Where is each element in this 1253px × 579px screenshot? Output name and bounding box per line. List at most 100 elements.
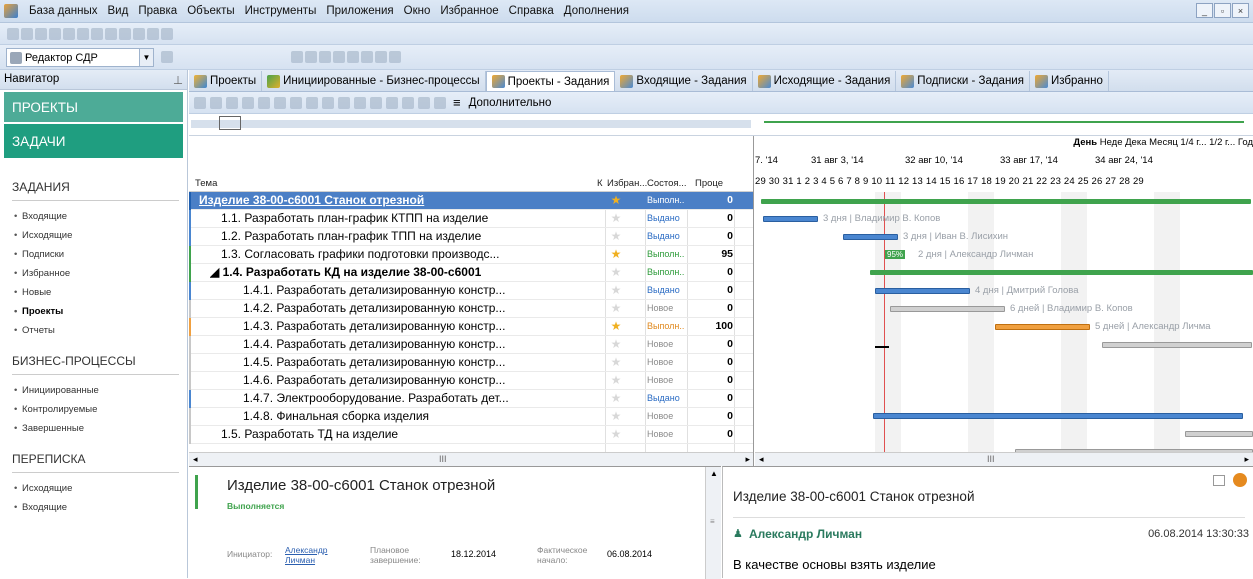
scroll-right-icon[interactable]: ▸ — [1244, 454, 1249, 465]
outdent-icon[interactable] — [258, 96, 270, 109]
table-row[interactable]: 1.2. Разработать план-график ТПП на изде… — [189, 228, 753, 246]
menu-window[interactable]: Окно — [399, 5, 436, 17]
tab-initiated-bp[interactable]: Инициированные - Бизнес-процессы — [262, 71, 486, 91]
paste-icon[interactable] — [319, 51, 331, 63]
star-icon[interactable]: ★ — [610, 212, 622, 224]
gantt-bar-1-4-7[interactable] — [873, 413, 1243, 419]
scroll-thumb[interactable]: III — [439, 454, 447, 464]
nav-tasks[interactable]: ЗАДАЧИ — [4, 124, 183, 158]
view-day[interactable]: День — [1073, 137, 1097, 148]
sort-icon[interactable] — [361, 51, 373, 63]
menu-help[interactable]: Справка — [504, 5, 559, 17]
table-row[interactable]: 1.4.2. Разработать детализированную конс… — [189, 300, 753, 318]
gantt-bar-1-2[interactable] — [843, 234, 898, 240]
col-topic[interactable]: Тема — [195, 178, 217, 189]
nav-section-correspondence[interactable]: ПЕРЕПИСКА — [12, 452, 179, 473]
hamburger-icon[interactable]: ≡ — [453, 95, 461, 110]
tab-incoming-tasks[interactable]: Входящие - Задания — [615, 71, 753, 91]
star-icon[interactable]: ★ — [610, 194, 622, 206]
detail-vscrollbar[interactable]: ▲ ≡ — [705, 467, 721, 579]
grid-hscrollbar[interactable]: ◂ III ▸ — [189, 452, 753, 466]
menu-view[interactable]: Вид — [103, 5, 134, 17]
nav-item-completed[interactable]: Завершенные — [14, 423, 187, 434]
star-icon[interactable]: ★ — [610, 302, 622, 314]
nav-section-assignments[interactable]: ЗАДАНИЯ — [12, 180, 179, 201]
table-row[interactable]: 1.4.4. Разработать детализированную конс… — [189, 336, 753, 354]
refresh-icon[interactable] — [389, 51, 401, 63]
filter-icon[interactable] — [333, 51, 345, 63]
indent-icon[interactable] — [242, 96, 254, 109]
properties-icon[interactable] — [119, 28, 131, 40]
edit-icon[interactable] — [210, 96, 222, 109]
star-icon[interactable]: ★ — [610, 392, 622, 404]
nav-projects[interactable]: ПРОЕКТЫ — [4, 92, 183, 122]
view-half-year[interactable]: 1/2 г... — [1209, 137, 1235, 148]
more-button[interactable]: Дополнительно — [469, 97, 552, 109]
add-task-icon[interactable] — [194, 96, 206, 109]
nav-item-initiated[interactable]: Инициированные — [14, 385, 187, 396]
table-icon[interactable] — [402, 96, 414, 109]
table-row[interactable]: 1.3. Согласовать графики подготовки прои… — [189, 246, 753, 264]
star-icon[interactable]: ★ — [610, 266, 622, 278]
gantt-overview[interactable] — [189, 114, 1253, 136]
scroll-up-icon[interactable]: ▲ — [710, 469, 718, 478]
layout-icon[interactable] — [161, 51, 173, 63]
gantt-bar-1-4-1[interactable] — [875, 288, 970, 294]
table-row[interactable]: 1.4.7. Электрооборудование. Разработать … — [189, 390, 753, 408]
corr-author[interactable]: Александр Личман — [749, 527, 862, 541]
star-icon[interactable]: ★ — [610, 356, 622, 368]
initiator-link[interactable]: Александр Личман — [285, 545, 335, 565]
menu-favorites[interactable]: Избранное — [435, 5, 503, 17]
menu-edit[interactable]: Правка — [133, 5, 182, 17]
tab-outgoing-tasks[interactable]: Исходящие - Задания — [753, 71, 897, 91]
nav-item-incoming[interactable]: Входящие — [14, 211, 187, 222]
minimize-button[interactable]: _ — [1196, 3, 1213, 18]
nav-item-corr-incoming[interactable]: Входящие — [14, 502, 187, 513]
save-icon[interactable] — [35, 28, 47, 40]
table-row[interactable]: 1.5. Разработать ТД на изделие ★ Новое 0 — [189, 426, 753, 444]
sort-asc-icon[interactable] — [322, 96, 334, 109]
view-quarter[interactable]: 1/4 г... — [1180, 137, 1206, 148]
nav-item-controlled[interactable]: Контролируемые — [14, 404, 187, 415]
scroll-left-icon[interactable]: ◂ — [193, 454, 198, 465]
new-icon[interactable] — [7, 28, 19, 40]
nav-item-corr-outgoing[interactable]: Исходящие — [14, 483, 187, 494]
grid-icon[interactable] — [370, 96, 382, 109]
col-progress[interactable]: Проце — [695, 178, 723, 189]
overview-window[interactable] — [219, 116, 241, 130]
scroll-thumb[interactable]: ≡ — [710, 517, 715, 526]
pin-icon[interactable]: ⊥ — [173, 73, 183, 87]
star-icon[interactable]: ★ — [610, 374, 622, 386]
view-year[interactable]: Год — [1238, 137, 1253, 148]
gantt-bar-1-1[interactable] — [763, 216, 818, 222]
cut-icon[interactable] — [291, 51, 303, 63]
star-icon[interactable]: ★ — [610, 284, 622, 296]
tab-project-tasks[interactable]: Проекты - Задания — [485, 71, 616, 91]
star-icon[interactable]: ★ — [610, 230, 622, 242]
view-week[interactable]: Неде — [1100, 137, 1123, 148]
view-month[interactable]: Месяц — [1149, 137, 1178, 148]
move-icon[interactable] — [274, 96, 286, 109]
chevron-down-icon[interactable]: ▼ — [139, 49, 153, 66]
copy-icon[interactable] — [305, 51, 317, 63]
star-icon[interactable]: ★ — [610, 410, 622, 422]
open-icon[interactable] — [21, 28, 33, 40]
nav-section-business-processes[interactable]: БИЗНЕС-ПРОЦЕССЫ — [12, 354, 179, 375]
table-row[interactable]: 1.1. Разработать план-график КТПП на изд… — [189, 210, 753, 228]
star-icon[interactable]: ★ — [610, 428, 622, 440]
redo-icon[interactable] — [161, 28, 173, 40]
view-decade[interactable]: Дека — [1125, 137, 1146, 148]
star-icon[interactable]: ★ — [610, 338, 622, 350]
group-icon[interactable] — [347, 51, 359, 63]
columns-icon[interactable] — [354, 96, 366, 109]
gantt-hscrollbar[interactable]: ◂ III ▸ — [755, 452, 1253, 466]
menu-database[interactable]: База данных — [24, 5, 103, 17]
menu-apps[interactable]: Приложения — [321, 5, 398, 17]
find-icon[interactable] — [77, 28, 89, 40]
table-row[interactable]: Изделие 38-00-с6001 Станок отрезной ★ Выпо… — [189, 192, 753, 210]
gantt-bar-root[interactable] — [761, 199, 1251, 204]
menu-objects[interactable]: Объекты — [182, 5, 239, 17]
export-icon[interactable] — [434, 96, 446, 109]
gantt-bar-1-4-4[interactable] — [1102, 342, 1252, 348]
table-row[interactable]: 1.4.5. Разработать детализированную конс… — [189, 354, 753, 372]
